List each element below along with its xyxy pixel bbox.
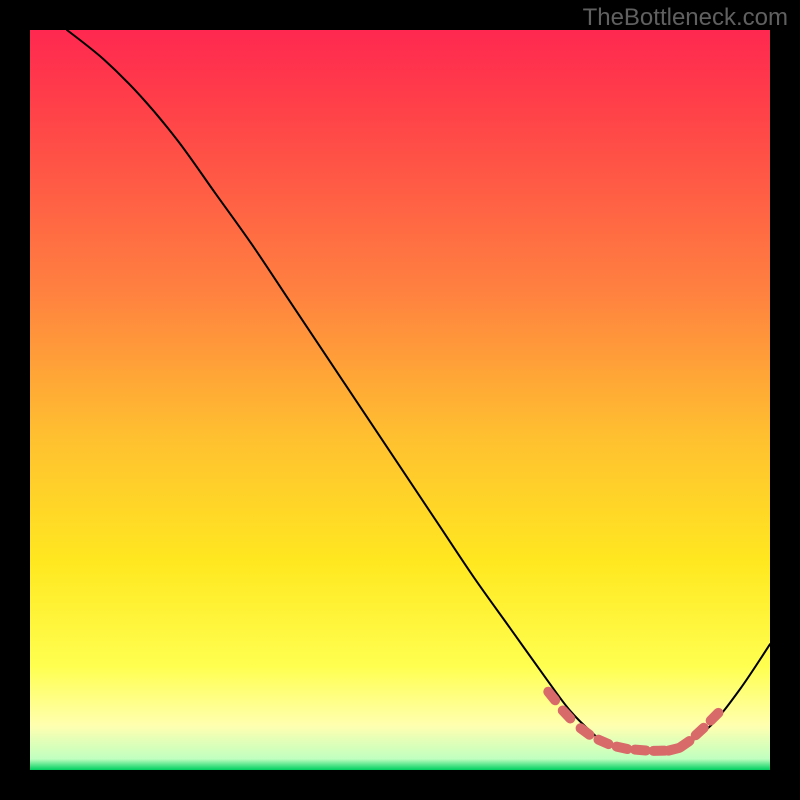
highlight-marker [598, 740, 608, 744]
highlight-marker [711, 713, 719, 721]
highlight-marker [581, 728, 590, 735]
highlight-marker [548, 692, 555, 701]
highlight-marker [617, 747, 628, 749]
highlight-marker [680, 741, 689, 747]
highlight-marker [563, 710, 571, 718]
watermark-text: TheBottleneck.com [583, 4, 788, 32]
plot-background [30, 30, 770, 770]
bottleneck-chart [0, 0, 800, 800]
highlight-marker [635, 750, 646, 751]
highlight-marker [696, 728, 704, 735]
chart-container: TheBottleneck.com [0, 0, 800, 800]
